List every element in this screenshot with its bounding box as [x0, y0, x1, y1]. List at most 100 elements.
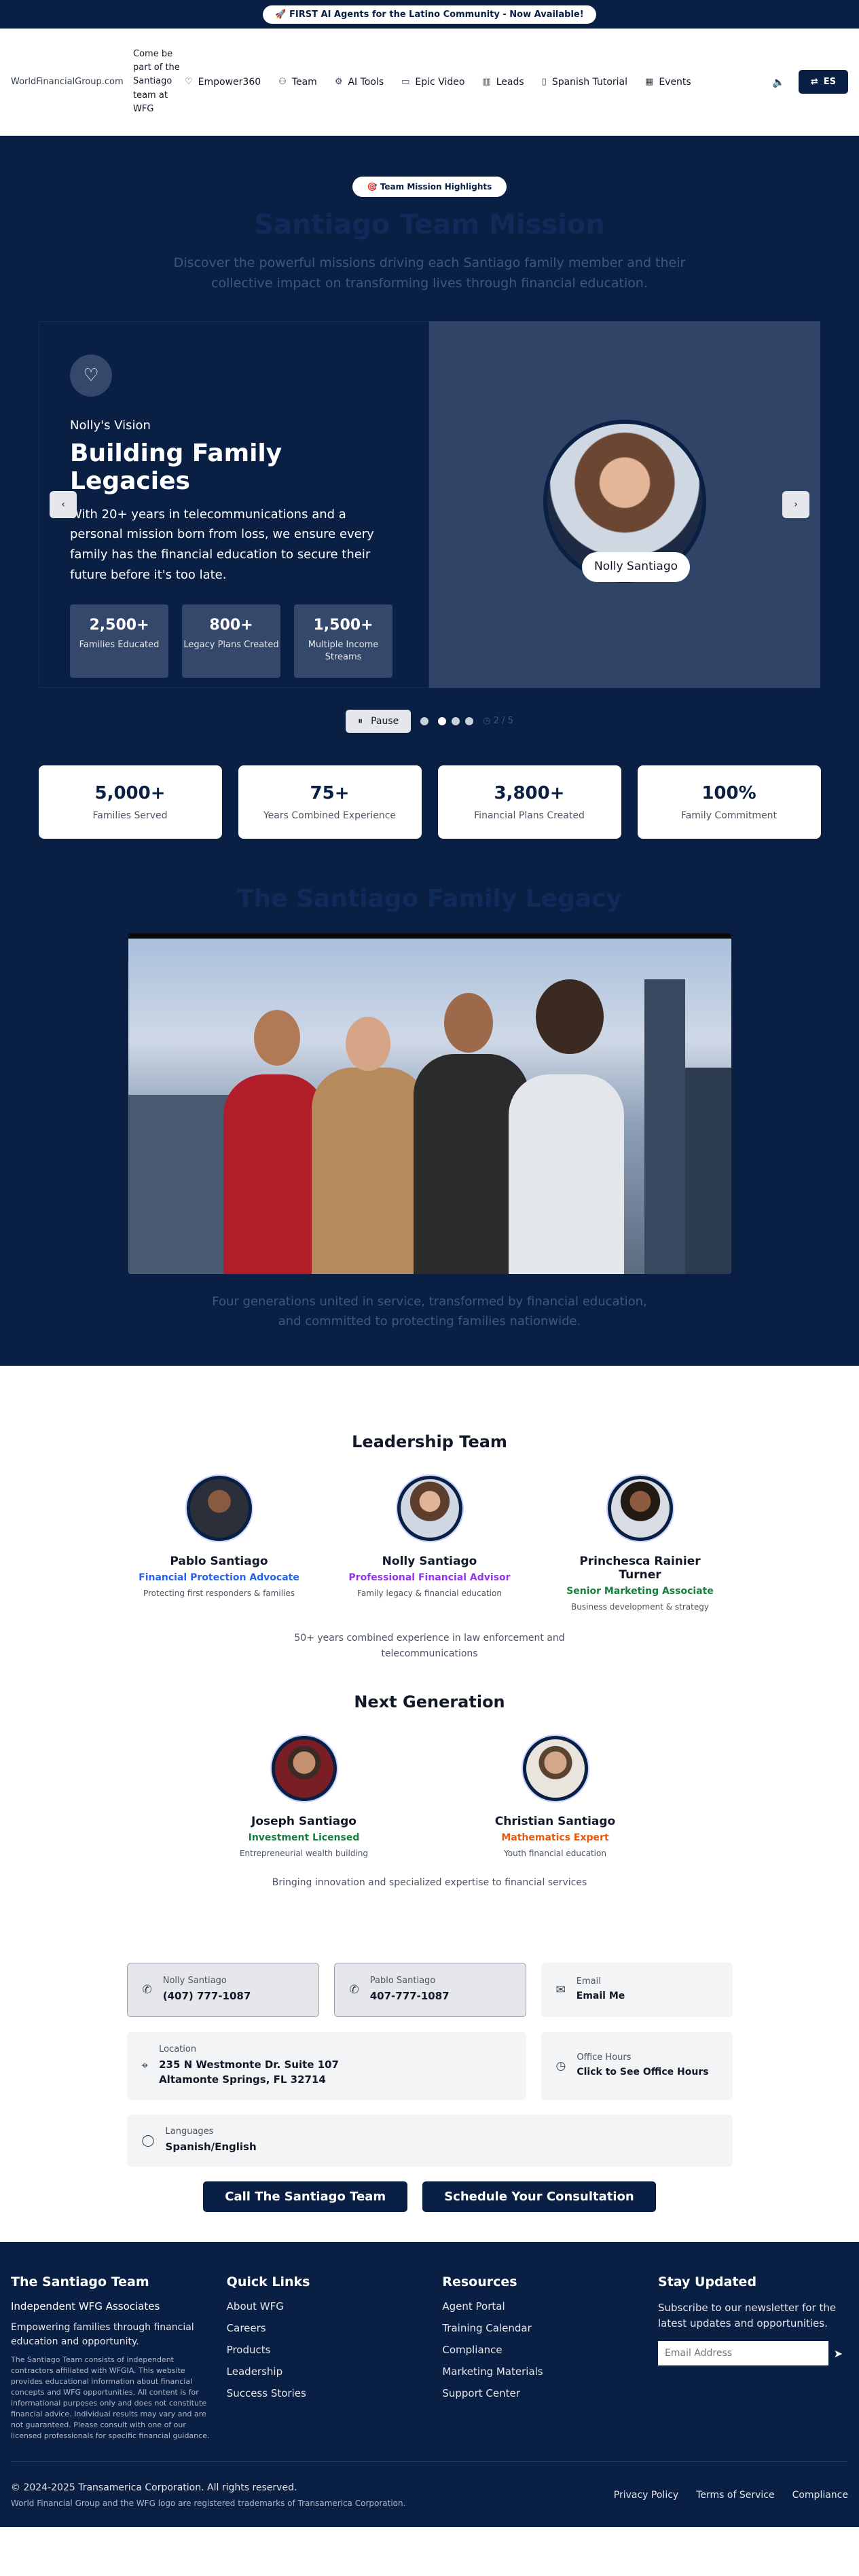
chevron-left-icon: ‹	[61, 498, 65, 510]
newsletter-email-input[interactable]	[658, 2341, 828, 2366]
nav-link-leads[interactable]: ▥ Leads	[482, 77, 524, 88]
team-member-card: Pablo Santiago Financial Protection Advo…	[138, 1476, 301, 1612]
metric-label: Financial Plans Created	[474, 810, 585, 821]
schedule-consultation-button[interactable]: Schedule Your Consultation	[422, 2181, 656, 2212]
footer-link[interactable]: Agent Portal	[442, 2300, 658, 2312]
heart-icon: ♡	[185, 77, 193, 87]
nav-link-ai-tools[interactable]: ⚙ AI Tools	[335, 77, 384, 88]
footer-link[interactable]: Compliance	[442, 2344, 658, 2356]
leadership-title: Leadership Team	[352, 1432, 507, 1452]
nav-link-spanish-tutorial[interactable]: ▯ Spanish Tutorial	[542, 77, 627, 88]
contact-label: Nolly Santiago	[162, 1976, 227, 1987]
footer-link[interactable]: Training Calendar	[442, 2322, 658, 2334]
contact-value: Click to See Office Hours	[577, 2066, 709, 2078]
contact-ctas: Call The Santiago Team Schedule Your Con…	[127, 2181, 733, 2212]
nav-link-label: Spanish Tutorial	[551, 76, 628, 88]
send-icon[interactable]: ➤	[828, 2347, 848, 2360]
person-2	[311, 1067, 427, 1274]
nav-link-label: Team	[291, 76, 317, 88]
member-role: Mathematics Expert	[501, 1832, 609, 1843]
mission-title: Santiago Team Mission	[254, 209, 605, 240]
trademark-note: World Financial Group and the WFG logo a…	[11, 2499, 406, 2509]
phone-card-nolly[interactable]: ✆ Nolly Santiago (407) 777-1087	[126, 1962, 319, 2017]
carousel-dot[interactable]	[420, 716, 429, 725]
carousel-dot-active[interactable]	[438, 716, 447, 725]
metric-value: 3,800+	[494, 782, 565, 803]
office-hours-card[interactable]: ◷ Office Hours Click to See Office Hours	[541, 2031, 733, 2100]
mission-carousel: ♡ Nolly's Vision Building Family Legacie…	[39, 321, 820, 688]
footer-link[interactable]: Marketing Materials	[442, 2365, 658, 2378]
next-gen-members: Joseph Santiago Investment Licensed Entr…	[0, 1735, 859, 1858]
slide-image-panel: Nolly Santiago	[429, 321, 820, 688]
footer-link[interactable]: Leadership	[227, 2365, 443, 2378]
person-4-head	[535, 979, 604, 1054]
chart-icon: ▥	[482, 77, 491, 87]
nav-links: ♡ Empower360 ⚇ Team ⚙ AI Tools ▭ Epic Video …	[185, 77, 763, 88]
nav-tagline[interactable]: Come be part of the Santiago team at WFG	[133, 48, 181, 116]
contact-section: ✆ Nolly Santiago (407) 777-1087 ✆ Pablo S…	[126, 1962, 733, 2212]
call-team-button[interactable]: Call The Santiago Team	[203, 2181, 408, 2212]
avatar	[522, 1735, 588, 1801]
family-title: The Santiago Family Legacy	[236, 884, 623, 913]
phone-card-pablo[interactable]: ✆ Pablo Santiago 407-777-1087	[333, 1962, 526, 2017]
slide-title: Building Family Legacies	[70, 439, 282, 495]
copyright: © 2024-2025 Transamerica Corporation. Al…	[11, 2482, 297, 2494]
footer-link[interactable]: About WFG	[227, 2300, 443, 2312]
newsletter-text: Subscribe to our newsletter for the late…	[658, 2301, 837, 2330]
member-desc: Youth financial education	[504, 1848, 606, 1858]
member-name: Nolly Santiago	[382, 1555, 477, 1569]
nav-link-empower360[interactable]: ♡ Empower360	[185, 77, 261, 88]
footer-tagline: Independent WFG Associates	[11, 2300, 160, 2312]
sound-toggle-icon[interactable]: 🔈	[772, 76, 785, 88]
member-name: Christian Santiago	[494, 1814, 616, 1828]
language-toggle-button[interactable]: ⇄ ES	[798, 70, 848, 94]
brand-link[interactable]: WorldFinancialGroup.com	[11, 77, 133, 87]
member-role: Investment Licensed	[248, 1832, 360, 1843]
slide-stat: 800+ Legacy Plans Created	[182, 604, 280, 678]
footer-disclaimer: The Santiago Team consists of independen…	[11, 2355, 210, 2440]
carousel-dots	[438, 716, 474, 725]
footer-about: The Santiago Team Independent WFG Associ…	[11, 2274, 227, 2442]
footer-link[interactable]: Careers	[227, 2322, 443, 2334]
slide-description: With 20+ years in telecommunications and…	[70, 507, 374, 582]
video-icon: ▭	[401, 77, 410, 87]
metrics-row: 5,000+ Families Served 75+ Years Combined …	[0, 765, 859, 839]
carousel-dot[interactable]	[465, 716, 474, 725]
terms-of-service-link[interactable]: Terms of Service	[696, 2490, 774, 2501]
member-role: Financial Protection Advocate	[139, 1572, 299, 1584]
nav-link-team[interactable]: ⚇ Team	[278, 77, 317, 88]
email-card[interactable]: ✉ Email Email Me	[541, 1962, 733, 2017]
leadership-members: Pablo Santiago Financial Protection Advo…	[0, 1476, 859, 1612]
carousel-dot[interactable]	[452, 716, 460, 725]
carousel-prev-button[interactable]: ‹	[50, 490, 77, 518]
contact-value: Spanish/English	[165, 2141, 257, 2154]
compliance-link[interactable]: Compliance	[792, 2490, 848, 2501]
site-footer: The Santiago Team Independent WFG Associ…	[0, 2241, 859, 2528]
footer-link[interactable]: Products	[227, 2344, 443, 2356]
nav-link-label: Events	[659, 76, 691, 88]
robot-icon: ⚙	[334, 77, 343, 87]
footer-quick-links: Quick Links About WFG Careers Products L…	[227, 2274, 443, 2442]
person-1-head	[253, 1009, 300, 1066]
nav-link-events[interactable]: ▦ Events	[645, 77, 691, 88]
announcement-pill[interactable]: 🚀 FIRST AI Agents for the Latino Communi…	[263, 5, 596, 24]
member-desc: Family legacy & financial education	[357, 1589, 502, 1599]
contact-value: (407) 777-1087	[162, 1990, 251, 2003]
mission-subtitle: Discover the powerful missions driving e…	[173, 255, 686, 291]
footer-link[interactable]: Success Stories	[227, 2387, 443, 2399]
family-photo	[128, 932, 731, 1274]
contact-label: Languages	[165, 2126, 214, 2137]
footer-link[interactable]: Support Center	[442, 2387, 658, 2399]
location-card[interactable]: ⌖ Location 235 N Westmonte Dr. Suite 107 A…	[126, 2031, 526, 2100]
privacy-policy-link[interactable]: Privacy Policy	[614, 2490, 678, 2501]
carousel-next-button[interactable]: ›	[782, 490, 809, 518]
next-gen-note: Bringing innovation and specialized expe…	[272, 1876, 587, 1888]
carousel-pause-button[interactable]: ⏸ Pause	[346, 709, 412, 733]
slide-stat: 1,500+ Multiple Income Streams	[294, 604, 392, 678]
member-desc: Entrepreneurial wealth building	[239, 1848, 369, 1858]
mission-section: 🎯 Team Mission Highlights Santiago Team …	[0, 136, 859, 1366]
nav-link-epic-video[interactable]: ▭ Epic Video	[401, 77, 464, 88]
contact-label: Location	[159, 2044, 197, 2054]
metric-label: Years Combined Experience	[263, 810, 397, 821]
team-member-card: Joseph Santiago Investment Licensed Entr…	[223, 1735, 386, 1858]
